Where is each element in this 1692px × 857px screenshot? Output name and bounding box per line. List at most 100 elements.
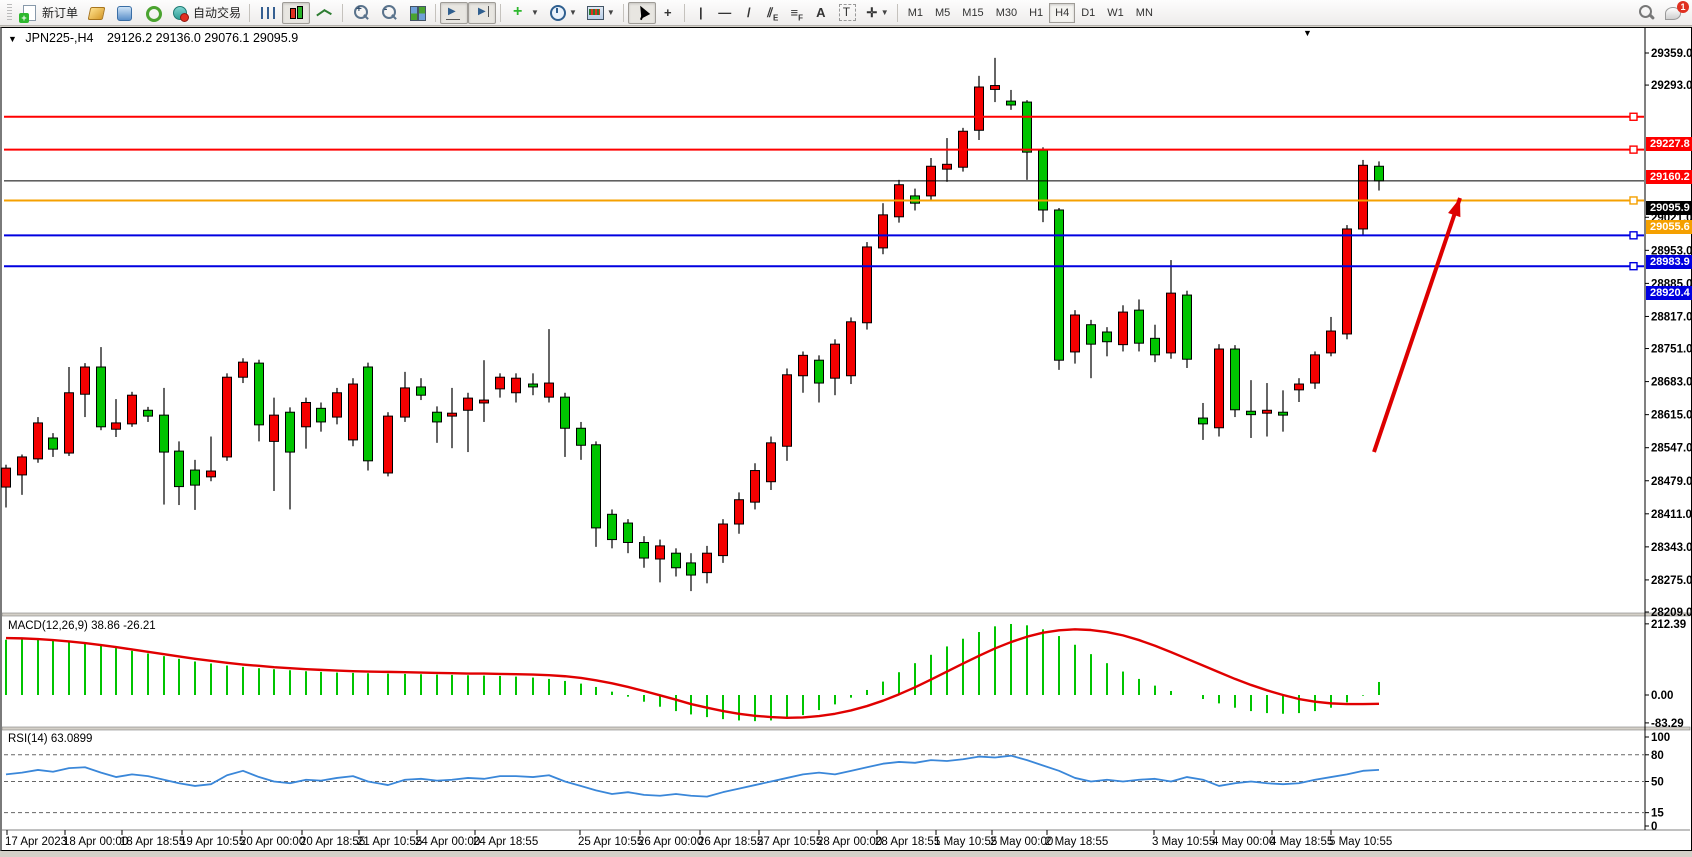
price-line-label: 29055.6 xyxy=(1646,220,1692,234)
y-axis-tick-label: 28683.0 xyxy=(1651,377,1692,389)
strategy-tester-button[interactable] xyxy=(138,2,166,24)
macd-axis-label: 212.39 xyxy=(1651,619,1686,631)
dropdown-caret-icon[interactable]: ▼ xyxy=(607,8,615,17)
auto-trading-button[interactable]: 自动交易 xyxy=(166,2,245,24)
candle-body xyxy=(975,87,984,130)
zoom-in-button[interactable]: + xyxy=(347,2,375,24)
timeframe-m30-button[interactable]: M30 xyxy=(990,3,1023,23)
candle-body xyxy=(1215,349,1224,428)
candle-body xyxy=(18,457,27,475)
periods-button[interactable]: ▼ xyxy=(543,2,581,24)
candle-body xyxy=(831,344,840,378)
timeframe-h4-button[interactable]: H4 xyxy=(1049,3,1075,23)
tile-windows-button[interactable] xyxy=(403,2,431,24)
template-icon xyxy=(585,3,605,23)
dropdown-caret-icon[interactable]: ▼ xyxy=(569,8,577,17)
channel-button[interactable]: ⫽E xyxy=(761,2,785,24)
candle-body xyxy=(719,524,728,556)
crosshair-button[interactable]: + xyxy=(656,2,680,24)
candle-body xyxy=(223,377,232,457)
templates-button[interactable]: ▼ xyxy=(581,2,619,24)
candle-body xyxy=(577,428,586,445)
candle-body xyxy=(815,360,824,383)
zoom-out-button[interactable]: - xyxy=(375,2,403,24)
vertical-line-button[interactable]: | xyxy=(689,2,713,24)
timeframe-m1-button[interactable]: M1 xyxy=(902,3,929,23)
clock-icon xyxy=(547,3,567,23)
main-toolbar: 新订单自动交易+-▼▼▼+|—/⫽E≡FA✛▼ M1M5M15M30H1H4D1… xyxy=(0,0,1692,26)
zoom-out-icon: - xyxy=(379,3,399,23)
candle-body xyxy=(364,367,373,461)
dropdown-caret-icon[interactable]: ▼ xyxy=(531,8,539,17)
candle-body xyxy=(1295,384,1304,390)
macd-panel-separator[interactable] xyxy=(2,613,1690,616)
timeframe-mn-button[interactable]: MN xyxy=(1130,3,1159,23)
market-watch-button[interactable] xyxy=(110,2,138,24)
bar-chart-button[interactable] xyxy=(254,2,282,24)
toolbar-grip[interactable] xyxy=(7,4,12,22)
rsi-axis-label: 80 xyxy=(1651,750,1664,762)
x-axis-tick-label: 20 Apr 18:55 xyxy=(300,836,365,848)
line-handle-marker[interactable] xyxy=(1630,197,1637,204)
candle-body xyxy=(448,413,457,416)
candle-body xyxy=(417,387,426,395)
dropdown-caret-icon[interactable]: ▼ xyxy=(881,8,889,17)
line-handle-marker[interactable] xyxy=(1630,146,1637,153)
indicators-button[interactable]: ▼ xyxy=(505,2,543,24)
candlestick-chart-button[interactable] xyxy=(282,2,310,24)
candle-body xyxy=(1183,295,1192,359)
horizontal-line-button[interactable]: — xyxy=(713,2,737,24)
chart-shift-button[interactable] xyxy=(468,2,496,24)
candle-body xyxy=(302,402,311,426)
candle-body xyxy=(496,377,505,389)
candle-body xyxy=(1151,338,1160,355)
toolbar-separator xyxy=(435,4,436,22)
trendline-button[interactable]: / xyxy=(737,2,761,24)
auto-scroll-button[interactable] xyxy=(440,2,468,24)
rsi-axis-label: 50 xyxy=(1651,777,1664,789)
chart-corner-triangle-icon[interactable]: ▼ xyxy=(1303,28,1312,38)
x-axis-tick-label: 19 Apr 10:55 xyxy=(180,836,245,848)
timeframe-m5-button[interactable]: M5 xyxy=(929,3,956,23)
label-button[interactable] xyxy=(833,2,861,24)
candle-body xyxy=(608,514,617,539)
profile-button[interactable] xyxy=(82,2,110,24)
rsi-panel-separator[interactable] xyxy=(2,727,1690,730)
text-button[interactable]: A xyxy=(809,2,833,24)
price-line-label: 29160.2 xyxy=(1646,170,1692,184)
rsi-axis-label: 15 xyxy=(1651,808,1664,820)
price-chart[interactable]: 29359.029293.029021.028953.028885.028817… xyxy=(0,27,1692,851)
candle-body xyxy=(65,393,74,453)
toolbar-separator xyxy=(897,4,898,22)
new-order-button[interactable]: 新订单 xyxy=(15,2,82,24)
timeframe-h1-button[interactable]: H1 xyxy=(1023,3,1049,23)
line-handle-marker[interactable] xyxy=(1630,113,1637,120)
profile-icon xyxy=(86,3,106,23)
fibonacci-icon: ≡F xyxy=(790,3,804,23)
toolbar-separator xyxy=(342,4,343,22)
auto-trading-icon xyxy=(170,3,190,23)
arrows-button[interactable]: ✛▼ xyxy=(861,2,893,24)
chart-menu-triangle-icon[interactable]: ▼ xyxy=(8,34,17,44)
y-axis-tick-label: 28209.0 xyxy=(1651,607,1692,619)
candle-body xyxy=(672,553,681,568)
y-axis-tick-label: 29359.0 xyxy=(1651,48,1692,60)
candle-body xyxy=(783,375,792,446)
trendline-icon: / xyxy=(742,3,756,23)
line-handle-marker[interactable] xyxy=(1630,263,1637,270)
bar-chart-icon xyxy=(258,3,278,23)
timeframe-d1-button[interactable]: D1 xyxy=(1075,3,1101,23)
notifications-button[interactable]: 1 xyxy=(1660,2,1688,24)
fibonacci-button[interactable]: ≡F xyxy=(785,2,809,24)
notification-badge: 1 xyxy=(1677,1,1689,13)
candle-body xyxy=(1055,210,1064,360)
cursor-button[interactable] xyxy=(628,2,656,24)
x-axis-tick-label: 26 Apr 18:55 xyxy=(698,836,763,848)
toolbar-separator xyxy=(684,4,685,22)
search-button[interactable] xyxy=(1632,2,1660,24)
line-handle-marker[interactable] xyxy=(1630,232,1637,239)
line-chart-button[interactable] xyxy=(310,2,338,24)
timeframe-w1-button[interactable]: W1 xyxy=(1101,3,1130,23)
timeframe-m15-button[interactable]: M15 xyxy=(956,3,989,23)
candle-body xyxy=(160,415,169,452)
